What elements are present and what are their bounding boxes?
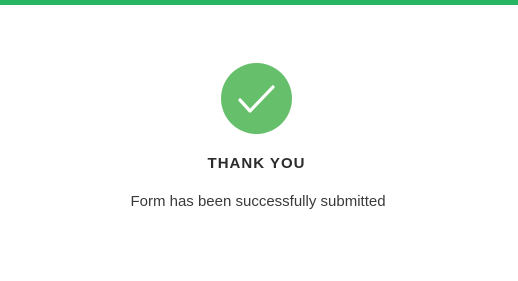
top-accent-bar [0, 0, 518, 5]
checkmark-circle-icon [221, 63, 292, 134]
thank-you-heading: THANK YOU [207, 155, 306, 172]
submission-success-message: Form has been successfully submitted [130, 193, 386, 210]
confirmation-page: THANK YOU Form has been successfully sub… [0, 0, 518, 281]
